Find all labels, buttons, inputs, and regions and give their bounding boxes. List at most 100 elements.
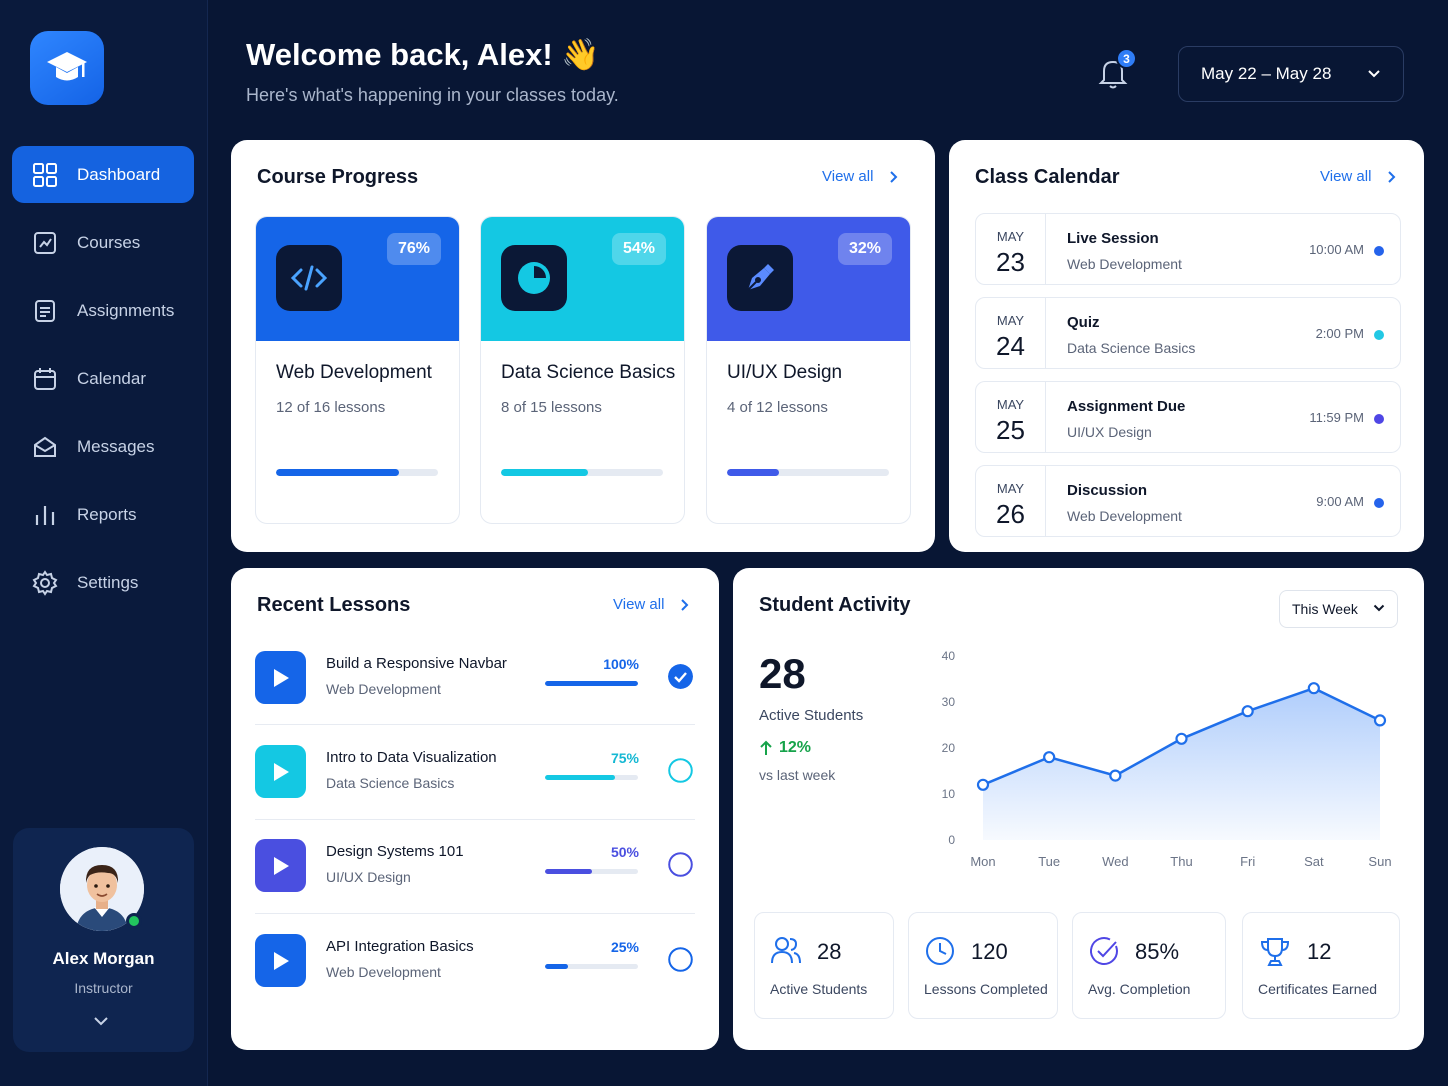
lesson-course: UI/UX Design xyxy=(326,869,411,885)
empty-circle-icon[interactable] xyxy=(668,947,693,972)
gear-icon xyxy=(32,569,58,596)
course-card-data-science[interactable]: 54% Data Science Basics 8 of 15 lessons xyxy=(480,216,685,524)
event-date: MAY 24 xyxy=(976,298,1046,368)
data-point[interactable] xyxy=(1175,732,1188,745)
calendar-event[interactable]: MAY 26 Discussion Web Development 9:00 A… xyxy=(975,465,1401,537)
play-icon xyxy=(273,762,289,781)
course-progress-card: Course Progress View all 76% Web Develop… xyxy=(231,140,935,552)
calendar-event[interactable]: MAY 23 Live Session Web Development 10:0… xyxy=(975,213,1401,285)
event-month: MAY xyxy=(996,313,1025,328)
x-tick-label: Thu xyxy=(1170,854,1192,869)
view-all-label: View all xyxy=(613,596,665,613)
trophy-icon xyxy=(1260,938,1290,966)
event-dot xyxy=(1374,246,1384,256)
lesson-row[interactable]: Build a Responsive Navbar Web Developmen… xyxy=(255,651,695,745)
sidebar-item-reports[interactable]: Reports xyxy=(12,486,194,543)
empty-circle-icon[interactable] xyxy=(668,852,693,877)
data-point[interactable] xyxy=(976,778,990,791)
play-button[interactable] xyxy=(255,745,306,798)
sidebar-item-label: Dashboard xyxy=(77,164,161,184)
event-dot xyxy=(1374,330,1384,340)
chevron-down-icon xyxy=(1373,604,1385,612)
stat-label: Certificates Earned xyxy=(1258,981,1378,997)
play-icon xyxy=(273,668,289,687)
mail-icon xyxy=(34,436,56,457)
stat-card-lessons-completed: 120 Lessons Completed xyxy=(908,912,1058,1019)
play-button[interactable] xyxy=(255,934,306,987)
active-students-label: Active Students xyxy=(759,707,864,724)
date-range-select[interactable]: May 22 – May 28 xyxy=(1178,46,1404,102)
lesson-course: Data Science Basics xyxy=(326,775,455,791)
data-point[interactable] xyxy=(1373,714,1387,727)
sidebar-item-dashboard[interactable]: Dashboard xyxy=(12,146,194,203)
percent-badge: 32% xyxy=(837,233,892,265)
play-button[interactable] xyxy=(255,651,306,704)
lesson-percent: 100% xyxy=(603,656,639,672)
calendar-event[interactable]: MAY 24 Quiz Data Science Basics 2:00 PM xyxy=(975,297,1401,369)
play-icon xyxy=(273,856,289,875)
sidebar-item-label: Courses xyxy=(77,232,141,252)
course-icon-tile xyxy=(501,245,567,311)
view-all-link[interactable]: View all xyxy=(822,168,899,185)
pie-chart-icon xyxy=(518,262,550,294)
card-title: Student Activity xyxy=(759,594,911,616)
grid-icon xyxy=(33,162,57,187)
check-circle-icon[interactable] xyxy=(668,664,693,689)
stat-label: Lessons Completed xyxy=(924,981,1048,997)
trend-note: vs last week xyxy=(759,767,836,783)
data-point[interactable] xyxy=(1241,705,1254,718)
view-all-link[interactable]: View all xyxy=(1320,168,1397,185)
lesson-progress-fill xyxy=(545,964,569,969)
view-all-label: View all xyxy=(1320,168,1372,185)
bar-chart-icon xyxy=(35,505,55,525)
course-card-web-development[interactable]: 76% Web Development 12 of 16 lessons xyxy=(255,216,460,524)
lesson-row[interactable]: Design Systems 101 UI/UX Design 50% xyxy=(255,839,695,933)
course-icon-tile xyxy=(727,245,793,311)
chevron-down-icon[interactable] xyxy=(91,1014,111,1028)
data-point[interactable] xyxy=(1109,769,1122,782)
app-logo[interactable] xyxy=(30,31,104,105)
event-date: MAY 23 xyxy=(976,214,1046,284)
graduation-cap-icon xyxy=(47,52,87,81)
profile-role: Instructor xyxy=(74,980,133,996)
period-select[interactable]: This Week xyxy=(1279,590,1398,628)
event-title: Live Session xyxy=(1067,230,1159,247)
sidebar-item-settings[interactable]: Settings xyxy=(12,554,194,611)
sidebar-item-courses[interactable]: Courses xyxy=(12,214,194,271)
period-value: This Week xyxy=(1292,601,1358,617)
card-title: Recent Lessons xyxy=(257,594,411,616)
profile-card[interactable]: Alex Morgan Instructor xyxy=(13,828,194,1052)
sidebar-item-calendar[interactable]: Calendar xyxy=(12,350,194,407)
data-point[interactable] xyxy=(1043,751,1056,764)
empty-circle-icon[interactable] xyxy=(668,758,693,783)
lesson-progress-fill xyxy=(545,869,592,874)
progress-bar xyxy=(276,469,438,476)
notification-badge: 3 xyxy=(1116,48,1137,69)
divider xyxy=(255,819,695,820)
clock-icon xyxy=(926,937,954,965)
lesson-percent: 50% xyxy=(610,844,639,860)
sidebar-item-messages[interactable]: Messages xyxy=(12,418,194,475)
lesson-row[interactable]: API Integration Basics Web Development 2… xyxy=(255,934,695,1028)
event-dot xyxy=(1374,414,1384,424)
lesson-row[interactable]: Intro to Data Visualization Data Science… xyxy=(255,745,695,839)
event-date: MAY 26 xyxy=(976,466,1046,536)
area-fill xyxy=(983,688,1380,840)
event-date: MAY 25 xyxy=(976,382,1046,452)
stat-card-active-students: 28 Active Students xyxy=(754,912,894,1019)
x-tick-label: Mon xyxy=(970,854,995,869)
play-button[interactable] xyxy=(255,839,306,892)
calendar-icon xyxy=(34,367,56,390)
check-circle-icon xyxy=(1090,937,1119,966)
users-icon xyxy=(771,937,801,964)
view-all-link[interactable]: View all xyxy=(613,596,690,613)
data-point[interactable] xyxy=(1307,682,1320,695)
event-day: 26 xyxy=(996,499,1025,529)
course-card-header: 32% xyxy=(707,217,910,341)
page-title: Welcome back, Alex! 👋 xyxy=(246,37,600,72)
sidebar-item-assignments[interactable]: Assignments xyxy=(12,282,194,339)
calendar-event[interactable]: MAY 25 Assignment Due UI/UX Design 11:59… xyxy=(975,381,1401,453)
course-card-ui-ux-design[interactable]: 32% UI/UX Design 4 of 12 lessons xyxy=(706,216,911,524)
lesson-title: Build a Responsive Navbar xyxy=(326,655,507,672)
activity-chart: 0 10 20 30 40 Mon Tue Wed Thu Fri Sat Sun xyxy=(942,649,1392,869)
